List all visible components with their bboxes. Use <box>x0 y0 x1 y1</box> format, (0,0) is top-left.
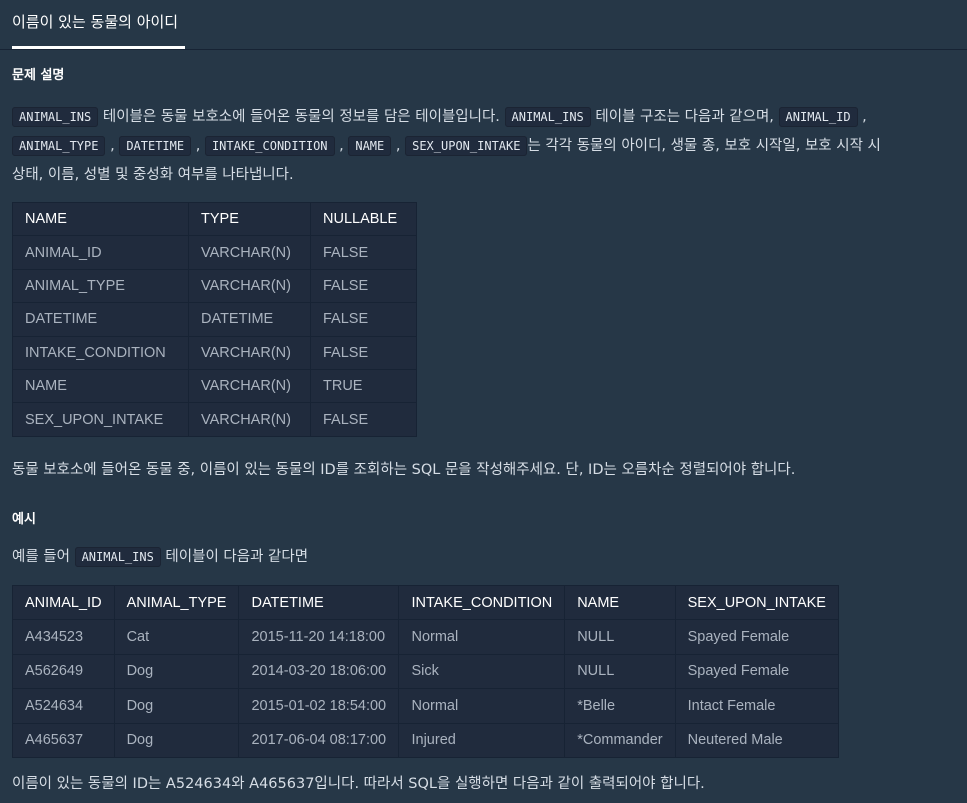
tab-bar: 이름이 있는 동물의 아이디 <box>0 0 967 50</box>
table-cell: Injured <box>398 722 566 758</box>
table-cell: 2014-03-20 18:06:00 <box>238 653 400 690</box>
inline-code: ANIMAL_TYPE <box>12 136 106 156</box>
table-cell: TRUE <box>310 368 417 404</box>
table-cell: NULL <box>564 653 676 690</box>
intro-line-3: 상태, 이름, 성별 및 중성화 여부를 나타냅니다. <box>12 167 294 183</box>
inline-code: SEX_UPON_INTAKE <box>405 136 528 156</box>
table-cell: VARCHAR(N) <box>188 268 311 304</box>
table-cell: 2017-06-04 08:17:00 <box>238 722 400 758</box>
intro-text: 테이블은 동물 보호소에 들어온 동물의 정보를 담은 테이블입니다. <box>98 109 505 125</box>
table-cell: NULL <box>564 619 676 655</box>
table-cell: Dog <box>113 688 240 724</box>
table-cell: Dog <box>113 722 240 758</box>
table-cell: NAME <box>12 368 189 404</box>
table-cell: FALSE <box>310 402 417 437</box>
table-cell: FALSE <box>310 235 417 270</box>
section-title-example: 예시 <box>12 512 36 527</box>
inline-code: INTAKE_CONDITION <box>204 136 335 156</box>
intro-paragraph: ANIMAL_INS 테이블은 동물 보호소에 들어온 동물의 정보를 담은 테… <box>12 103 959 190</box>
table-cell: Normal <box>398 619 566 655</box>
section-title-description: 문제 설명 <box>12 68 65 83</box>
table-cell: ANIMAL_ID <box>12 235 189 270</box>
inline-code: ANIMAL_ID <box>778 107 858 127</box>
table-row: DATETIME DATETIME FALSE <box>12 302 417 337</box>
table-row: A434523 Cat 2015-11-20 14:18:00 Normal NULL S… <box>12 619 839 655</box>
inline-code: DATETIME <box>119 136 192 156</box>
table-header-cell: NULLABLE <box>310 201 417 237</box>
table-cell: VARCHAR(N) <box>188 335 311 370</box>
inline-code: ANIMAL_INS <box>12 107 99 127</box>
intro-sep: , <box>391 138 406 154</box>
table-cell: FALSE <box>310 335 417 370</box>
table-cell: A434523 <box>12 619 115 655</box>
table-row: A465637 Dog 2017-06-04 08:17:00 Injured *Com… <box>12 722 839 758</box>
task-paragraph: 동물 보호소에 들어온 동물 중, 이름이 있는 동물의 ID를 조회하는 SQ… <box>12 462 796 478</box>
example-intro-paragraph: 예를 들어 ANIMAL_INS 테이블이 다음과 같다면 <box>12 543 959 572</box>
table-cell: Dog <box>113 653 240 690</box>
table-header-cell: SEX_UPON_INTAKE <box>674 584 839 621</box>
intro-sep: , <box>191 138 205 154</box>
intro-sep: , <box>105 138 120 154</box>
table-header-row: NAME TYPE NULLABLE <box>12 201 417 237</box>
example-table: ANIMAL_ID ANIMAL_TYPE DATETIME INTAKE_CO… <box>12 584 839 758</box>
table-cell: Spayed Female <box>674 619 839 655</box>
table-cell: *Commander <box>564 722 676 758</box>
table-header-cell: TYPE <box>188 201 311 237</box>
table-row: SEX_UPON_INTAKE VARCHAR(N) FALSE <box>12 402 417 437</box>
table-row: NAME VARCHAR(N) TRUE <box>12 368 417 404</box>
table-row: A562649 Dog 2014-03-20 18:06:00 Sick NULL Spa… <box>12 653 839 690</box>
table-header-row: ANIMAL_ID ANIMAL_TYPE DATETIME INTAKE_CO… <box>12 584 839 621</box>
table-cell: FALSE <box>310 302 417 337</box>
table-header-cell: ANIMAL_TYPE <box>113 584 240 621</box>
table-row: A524634 Dog 2015-01-02 18:54:00 Normal *Bell… <box>12 688 839 724</box>
conclusion-paragraph: 이름이 있는 동물의 ID는 A524634와 A465637입니다. 따라서 … <box>12 776 705 792</box>
table-cell: A562649 <box>12 653 115 690</box>
schema-table: NAME TYPE NULLABLE ANIMAL_ID VARCHAR(N) FA… <box>12 201 417 437</box>
table-row: ANIMAL_TYPE VARCHAR(N) FALSE <box>12 268 417 304</box>
intro-sep: , <box>334 138 349 154</box>
table-cell: Neutered Male <box>674 722 839 758</box>
table-header-cell: NAME <box>12 201 189 237</box>
inline-code: ANIMAL_INS <box>504 107 591 127</box>
intro-line-1: ANIMAL_INS 테이블은 동물 보호소에 들어온 동물의 정보를 담은 테… <box>12 103 959 132</box>
intro-line-2: ANIMAL_TYPE , DATETIME , INTAKE_CONDITIO… <box>12 132 959 161</box>
tab-problem-title[interactable]: 이름이 있는 동물의 아이디 <box>12 0 185 49</box>
problem-page: 이름이 있는 동물의 아이디 문제 설명 ANIMAL_INS 테이블은 동물 … <box>0 0 967 803</box>
inline-code: NAME <box>348 136 392 156</box>
table-cell: Cat <box>113 619 240 655</box>
example-intro-text: 테이블이 다음과 같다면 <box>160 549 309 565</box>
table-cell: VARCHAR(N) <box>188 235 311 270</box>
intro-text: 테이블 구조는 다음과 같으며, <box>590 109 779 125</box>
table-cell: FALSE <box>310 268 417 304</box>
intro-sep: , <box>857 109 867 125</box>
inline-code: ANIMAL_INS <box>74 547 161 567</box>
table-cell: *Belle <box>564 688 676 724</box>
table-cell: VARCHAR(N) <box>188 368 311 404</box>
table-cell: SEX_UPON_INTAKE <box>12 402 189 437</box>
table-header-cell: NAME <box>564 584 676 621</box>
table-cell: A524634 <box>12 688 115 724</box>
table-cell: 2015-11-20 14:18:00 <box>238 619 400 655</box>
table-cell: DATETIME <box>12 302 189 337</box>
table-cell: INTAKE_CONDITION <box>12 335 189 370</box>
table-header-cell: DATETIME <box>238 584 400 621</box>
table-cell: A465637 <box>12 722 115 758</box>
example-intro-text: 예를 들어 <box>12 549 75 565</box>
table-cell: VARCHAR(N) <box>188 402 311 437</box>
table-cell: 2015-01-02 18:54:00 <box>238 688 400 724</box>
table-header-cell: ANIMAL_ID <box>12 584 115 621</box>
table-cell: Intact Female <box>674 688 839 724</box>
table-cell: DATETIME <box>188 302 311 337</box>
table-cell: ANIMAL_TYPE <box>12 268 189 304</box>
table-cell: Spayed Female <box>674 653 839 690</box>
table-cell: Sick <box>398 653 566 690</box>
table-header-cell: INTAKE_CONDITION <box>398 584 566 621</box>
table-row: INTAKE_CONDITION VARCHAR(N) FALSE <box>12 335 417 370</box>
intro-text: 는 각각 동물의 아이디, 생물 종, 보호 시작일, 보호 시작 시 <box>527 138 881 154</box>
table-row: ANIMAL_ID VARCHAR(N) FALSE <box>12 235 417 270</box>
table-cell: Normal <box>398 688 566 724</box>
